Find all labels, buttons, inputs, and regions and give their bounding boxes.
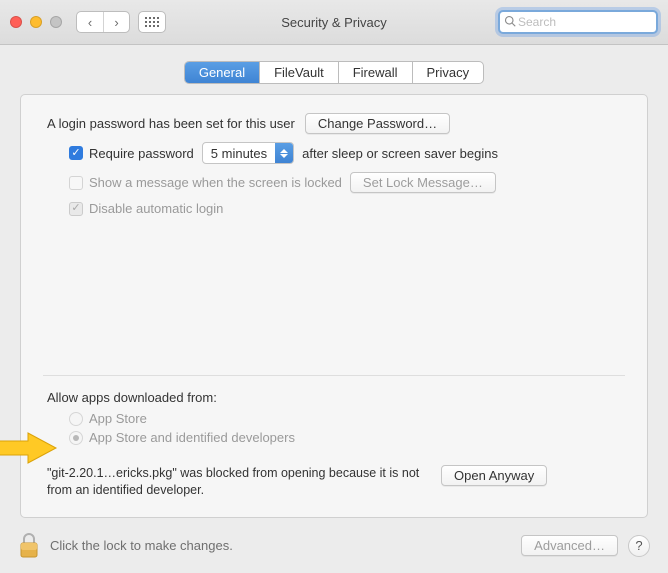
search-icon: [504, 15, 516, 30]
title-bar: ‹ › Security & Privacy: [0, 0, 668, 45]
tab-general[interactable]: General: [185, 62, 260, 83]
open-anyway-button[interactable]: Open Anyway: [441, 465, 547, 486]
tab-filevault[interactable]: FileVault: [260, 62, 339, 83]
question-icon: ?: [635, 538, 642, 553]
zoom-icon[interactable]: [50, 16, 62, 28]
stepper-icon: [275, 143, 293, 163]
radio-identified-label: App Store and identified developers: [89, 430, 295, 445]
chevron-left-icon: ‹: [88, 15, 92, 30]
nav-buttons: ‹ ›: [76, 11, 130, 33]
tab-firewall[interactable]: Firewall: [339, 62, 413, 83]
tab-bar: General FileVault Firewall Privacy: [184, 61, 484, 84]
advanced-button[interactable]: Advanced…: [521, 535, 618, 556]
help-button[interactable]: ?: [628, 535, 650, 557]
preferences-window: ‹ › Security & Privacy: [0, 0, 668, 573]
radio-app-store: [69, 412, 83, 426]
change-password-button[interactable]: Change Password…: [305, 113, 450, 134]
blocked-app-message: "git-2.20.1…ericks.pkg" was blocked from…: [47, 465, 427, 499]
radio-app-store-label: App Store: [89, 411, 147, 426]
grid-icon: [145, 17, 159, 27]
divider: [43, 375, 625, 376]
show-message-label: Show a message when the screen is locked: [89, 175, 342, 190]
show-message-checkbox: [69, 176, 83, 190]
require-password-checkbox[interactable]: [69, 146, 83, 160]
close-icon[interactable]: [10, 16, 22, 28]
require-password-delay-select[interactable]: 5 minutes: [202, 142, 294, 164]
disable-auto-login-checkbox: [69, 202, 83, 216]
content-area: General FileVault Firewall Privacy A log…: [0, 45, 668, 518]
allow-apps-heading: Allow apps downloaded from:: [47, 390, 217, 405]
forward-button[interactable]: ›: [103, 12, 129, 32]
search-input[interactable]: [518, 15, 652, 29]
require-password-label: Require password: [89, 146, 194, 161]
traffic-lights: [10, 16, 62, 28]
tab-privacy[interactable]: Privacy: [413, 62, 484, 83]
back-button[interactable]: ‹: [77, 12, 103, 32]
set-lock-message-button: Set Lock Message…: [350, 172, 496, 193]
lock-hint-text: Click the lock to make changes.: [50, 538, 233, 553]
disable-auto-login-label: Disable automatic login: [89, 201, 223, 216]
lock-icon[interactable]: [18, 532, 40, 560]
show-all-button[interactable]: [138, 11, 166, 33]
after-sleep-label: after sleep or screen saver begins: [302, 146, 498, 161]
chevron-right-icon: ›: [114, 15, 118, 30]
login-password-set-label: A login password has been set for this u…: [47, 116, 295, 131]
radio-identified-developers: [69, 431, 83, 445]
minimize-icon[interactable]: [30, 16, 42, 28]
delay-value: 5 minutes: [211, 146, 267, 161]
footer: Click the lock to make changes. Advanced…: [0, 518, 668, 573]
search-field[interactable]: [498, 10, 658, 34]
general-panel: A login password has been set for this u…: [20, 94, 648, 518]
